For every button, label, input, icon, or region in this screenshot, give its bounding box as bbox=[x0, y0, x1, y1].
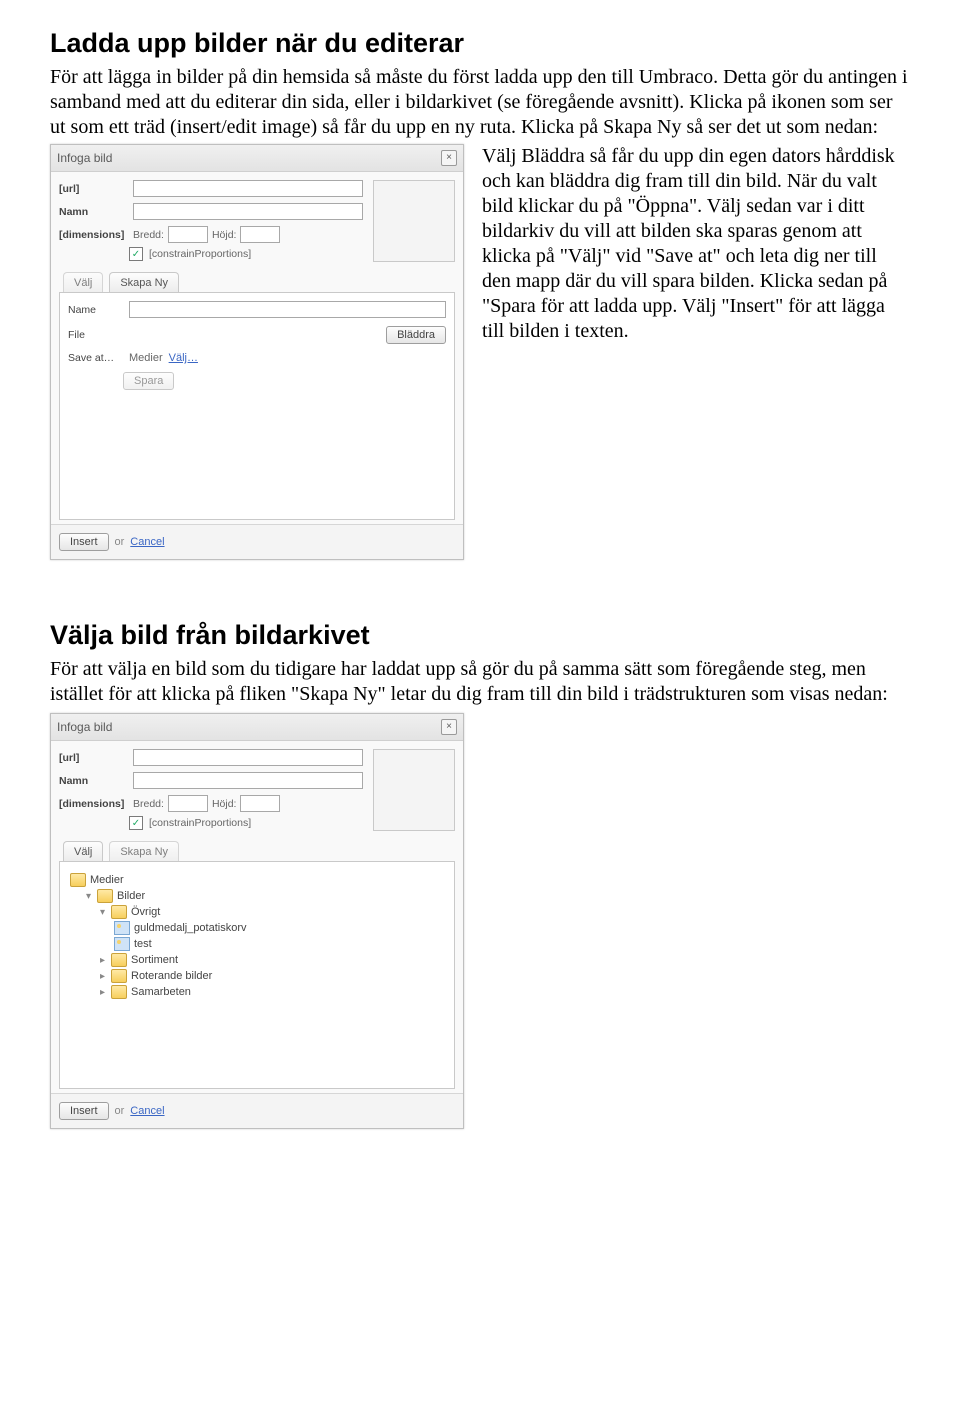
image-thumbnail-placeholder bbox=[373, 180, 455, 262]
or-label: or bbox=[115, 536, 125, 548]
select-panel: Medier ▾ Bilder ▾ Övrigt guldmedalj bbox=[59, 862, 455, 1089]
dialog-title: Infoga bild bbox=[57, 151, 112, 165]
instruction-paragraph: Välj Bläddra så får du upp din egen dato… bbox=[482, 144, 910, 344]
tree-node-samarbeten[interactable]: ▸ Samarbeten bbox=[70, 984, 444, 1000]
constrain-label: [constrainProportions] bbox=[149, 248, 251, 260]
insert-image-dialog-upload: Infoga bild × [url] Namn bbox=[50, 144, 464, 560]
name-label: Namn bbox=[59, 775, 129, 787]
browse-button[interactable]: Bläddra bbox=[386, 326, 446, 344]
upload-name-input[interactable] bbox=[129, 301, 446, 318]
cancel-link[interactable]: Cancel bbox=[130, 1105, 164, 1117]
height-input[interactable] bbox=[240, 226, 280, 243]
tree-label: Sortiment bbox=[131, 954, 178, 966]
folder-icon bbox=[111, 953, 127, 967]
tree-node-ovrigt[interactable]: ▾ Övrigt bbox=[70, 904, 444, 920]
or-label: or bbox=[115, 1105, 125, 1117]
width-sublabel: Bredd: bbox=[133, 229, 164, 241]
tree-node-roterande[interactable]: ▸ Roterande bilder bbox=[70, 968, 444, 984]
tree-label: guldmedalj_potatiskorv bbox=[134, 922, 247, 934]
tree-label: Medier bbox=[90, 874, 124, 886]
constrain-checkbox[interactable]: ✓ bbox=[129, 816, 143, 830]
intro-paragraph-2: För att välja en bild som du tidigare ha… bbox=[50, 657, 910, 707]
folder-icon bbox=[111, 969, 127, 983]
folder-icon bbox=[97, 889, 113, 903]
close-icon[interactable]: × bbox=[441, 719, 457, 735]
tree-node-image-2[interactable]: test bbox=[70, 936, 444, 952]
height-input[interactable] bbox=[240, 795, 280, 812]
saveat-medier: Medier bbox=[129, 352, 163, 364]
heading-select-from-archive: Välja bild från bildarkivet bbox=[50, 620, 910, 651]
insert-button[interactable]: Insert bbox=[59, 533, 109, 551]
heading-upload-images: Ladda upp bilder när du editerar bbox=[50, 28, 910, 59]
tree-node-bilder[interactable]: ▾ Bilder bbox=[70, 888, 444, 904]
tree-label: Samarbeten bbox=[131, 986, 191, 998]
tree-node-sortiment[interactable]: ▸ Sortiment bbox=[70, 952, 444, 968]
image-icon bbox=[114, 937, 130, 951]
url-label: [url] bbox=[59, 183, 129, 195]
name-input[interactable] bbox=[133, 772, 363, 789]
height-sublabel: Höjd: bbox=[212, 229, 237, 241]
tree-label: Övrigt bbox=[131, 906, 160, 918]
image-thumbnail-placeholder bbox=[373, 749, 455, 831]
tab-select[interactable]: Välj bbox=[63, 841, 103, 861]
name-label: Namn bbox=[59, 206, 129, 218]
width-input[interactable] bbox=[168, 795, 208, 812]
collapse-icon[interactable]: ▾ bbox=[98, 907, 107, 918]
tree-label: test bbox=[134, 938, 152, 950]
folder-icon bbox=[111, 985, 127, 999]
insert-button[interactable]: Insert bbox=[59, 1102, 109, 1120]
expand-icon[interactable]: ▸ bbox=[98, 955, 107, 966]
width-input[interactable] bbox=[168, 226, 208, 243]
url-input[interactable] bbox=[133, 180, 363, 197]
tree-node-image-1[interactable]: guldmedalj_potatiskorv bbox=[70, 920, 444, 936]
tree-label: Bilder bbox=[117, 890, 145, 902]
folder-icon bbox=[111, 905, 127, 919]
close-icon[interactable]: × bbox=[441, 150, 457, 166]
width-sublabel: Bredd: bbox=[133, 798, 164, 810]
dialog-title: Infoga bild bbox=[57, 720, 112, 734]
tab-select[interactable]: Välj bbox=[63, 272, 103, 292]
intro-paragraph-1: För att lägga in bilder på din hemsida s… bbox=[50, 65, 910, 140]
url-label: [url] bbox=[59, 752, 129, 764]
collapse-icon[interactable]: ▾ bbox=[84, 891, 93, 902]
height-sublabel: Höjd: bbox=[212, 798, 237, 810]
constrain-label: [constrainProportions] bbox=[149, 817, 251, 829]
tree-label: Roterande bilder bbox=[131, 970, 212, 982]
media-tree: Medier ▾ Bilder ▾ Övrigt guldmedalj bbox=[68, 870, 446, 1002]
tree-node-medier[interactable]: Medier bbox=[70, 872, 444, 888]
constrain-checkbox[interactable]: ✓ bbox=[129, 247, 143, 261]
image-icon bbox=[114, 921, 130, 935]
saveat-choose-link[interactable]: Välj… bbox=[169, 352, 198, 364]
save-button[interactable]: Spara bbox=[123, 372, 174, 390]
name-input[interactable] bbox=[133, 203, 363, 220]
folder-icon bbox=[70, 873, 86, 887]
tab-create-new[interactable]: Skapa Ny bbox=[109, 841, 179, 861]
dimensions-label: [dimensions] bbox=[59, 798, 129, 810]
upload-file-label: File bbox=[68, 329, 123, 341]
create-new-panel: Name File Bläddra Save at… Medier Välj… bbox=[59, 293, 455, 520]
dimensions-label: [dimensions] bbox=[59, 229, 129, 241]
url-input[interactable] bbox=[133, 749, 363, 766]
insert-image-dialog-select: Infoga bild × [url] Namn [dimensions] B bbox=[50, 713, 464, 1129]
tab-create-new[interactable]: Skapa Ny bbox=[109, 272, 179, 292]
cancel-link[interactable]: Cancel bbox=[130, 536, 164, 548]
upload-name-label: Name bbox=[68, 304, 123, 316]
expand-icon[interactable]: ▸ bbox=[98, 971, 107, 982]
saveat-label: Save at… bbox=[68, 352, 123, 364]
expand-icon[interactable]: ▸ bbox=[98, 987, 107, 998]
